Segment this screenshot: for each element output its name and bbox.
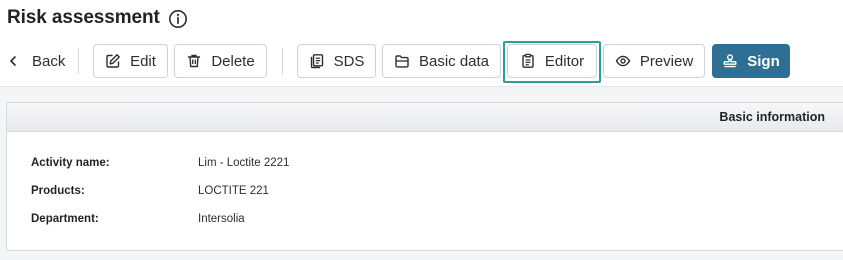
info-row-activity-name: Activity name: Lim - Loctite 2221	[31, 155, 289, 171]
card-header: Basic information	[7, 103, 843, 132]
back-button[interactable]: Back	[7, 44, 65, 78]
info-label: Department:	[31, 213, 99, 225]
info-label: Activity name:	[31, 157, 110, 169]
info-label: Products:	[31, 185, 85, 197]
info-value: LOCTITE 221	[198, 185, 269, 197]
chevron-left-icon	[7, 55, 19, 67]
toolbar-divider	[78, 48, 79, 74]
info-row-department: Department: Intersolia	[31, 211, 245, 227]
card-title: Basic information	[719, 110, 825, 124]
folder-icon	[394, 53, 410, 69]
back-label: Back	[32, 52, 66, 70]
sign-label: Sign	[747, 52, 780, 70]
delete-button[interactable]: Delete	[174, 44, 267, 78]
editor-label: Editor	[544, 52, 585, 70]
info-value: Lim - Loctite 2221	[198, 157, 290, 169]
info-row-products: Products: LOCTITE 221	[31, 183, 269, 199]
sds-label: SDS	[333, 52, 365, 70]
eye-icon	[615, 53, 631, 69]
sds-button[interactable]: SDS	[297, 44, 376, 78]
editor-button[interactable]: Editor	[507, 44, 597, 78]
stamp-icon	[722, 53, 738, 69]
preview-button[interactable]: Preview	[603, 44, 705, 78]
pencil-square-icon	[105, 53, 121, 69]
sign-button[interactable]: Sign	[712, 44, 790, 78]
basic-data-label: Basic data	[418, 52, 490, 70]
toolbar-divider	[282, 48, 283, 74]
trash-icon	[186, 53, 202, 69]
action-toolbar: Back Edit Delete SDS Basic data Editor P…	[0, 44, 843, 78]
edit-button[interactable]: Edit	[93, 44, 168, 78]
info-icon[interactable]	[168, 9, 188, 29]
page-title: Risk assessment	[7, 7, 160, 28]
delete-label: Delete	[211, 52, 255, 70]
basic-information-card: Basic information Activity name: Lim - L…	[6, 102, 843, 251]
clipboard-icon	[520, 53, 536, 69]
page-header: Risk assessment	[7, 5, 188, 31]
preview-label: Preview	[639, 52, 694, 70]
documents-icon	[309, 53, 325, 69]
basic-data-button[interactable]: Basic data	[382, 44, 501, 78]
info-value: Intersolia	[198, 213, 245, 225]
edit-label: Edit	[130, 52, 156, 70]
